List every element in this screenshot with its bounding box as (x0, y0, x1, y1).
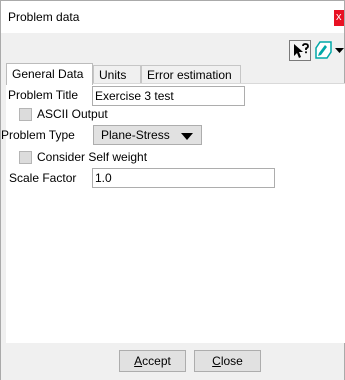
problem-title-input[interactable] (92, 86, 245, 106)
tab-error-estimation[interactable]: Error estimation (141, 65, 241, 84)
accept-button[interactable]: Accept (119, 350, 186, 372)
triangle-down-icon (335, 48, 344, 53)
shape-edit-icon (315, 41, 332, 59)
self-weight-label: Consider Self weight (37, 150, 148, 164)
problem-title-label: Problem Title (8, 88, 79, 102)
help-button[interactable] (289, 40, 311, 61)
close-button[interactable]: Close (194, 350, 261, 372)
close-icon: x (336, 11, 342, 23)
shape-dropdown-button[interactable] (314, 40, 345, 61)
ascii-output-label: ASCII Output (37, 107, 108, 121)
problem-data-dialog: Problem data x General Data Units Error (0, 0, 345, 380)
problem-type-value: Plane-Stress (101, 128, 170, 142)
scale-factor-input[interactable] (92, 168, 275, 188)
problem-type-select[interactable]: Plane-Stress (93, 125, 202, 145)
help-pointer-icon (294, 43, 309, 58)
tab-general-data[interactable]: General Data (6, 63, 93, 85)
close-window-button[interactable]: x (334, 10, 344, 26)
ascii-output-checkbox[interactable] (19, 108, 32, 121)
scale-factor-label: Scale Factor (9, 171, 77, 185)
problem-type-label: Problem Type (1, 128, 75, 142)
window-title: Problem data (8, 10, 80, 24)
chevron-down-icon (181, 133, 193, 140)
self-weight-checkbox[interactable] (19, 151, 32, 164)
tab-units[interactable]: Units (93, 65, 141, 84)
title-bar: Problem data x (1, 1, 344, 33)
button-bar: Accept Close (1, 343, 344, 380)
tab-strip: General Data Units Error estimation (6, 63, 345, 85)
general-data-panel: Problem Title ASCII Output Problem Type … (1, 83, 345, 343)
